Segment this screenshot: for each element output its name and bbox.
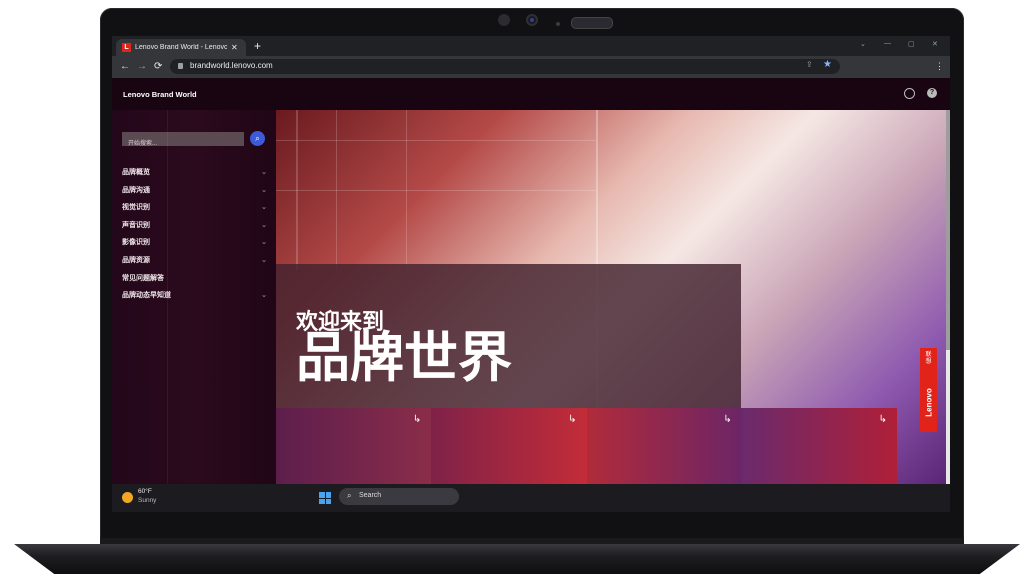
feature-tile[interactable]: ↳: [586, 408, 742, 484]
address-bar[interactable]: brandworld.lenovo.com ⇪ ★: [170, 59, 840, 74]
search-field[interactable]: [122, 132, 244, 151]
menu-item-faq[interactable]: 常见问题解答: [122, 270, 267, 288]
feature-tile[interactable]: ↳: [741, 408, 897, 484]
menu-item-sound-identity[interactable]: 声音识别 ⌄: [122, 217, 267, 235]
share-icon[interactable]: ⇪: [806, 60, 813, 69]
search-icon: ⌕: [347, 491, 352, 500]
menu-label: 品牌沟通: [122, 186, 150, 194]
sidebar: ⌕ 品牌概览 ⌄ 品牌沟通 ⌄ 视觉识别 ⌄ 声音识别 ⌄ 影像识别 ⌄ 品牌资源 ⌄ 常见…: [112, 110, 276, 484]
hero-banner: 欢迎来到 品牌世界 ↳ ↳ ↳ ↳ 联想 Lenovo: [276, 110, 946, 484]
chevron-down-icon: ⌄: [261, 221, 267, 229]
windows-start-icon[interactable]: [319, 492, 331, 504]
webcam-icon: [526, 14, 538, 26]
menu-label: 声音识别: [122, 221, 150, 229]
page-scrollbar[interactable]: [946, 110, 950, 484]
arrow-corner-icon: ↳: [568, 414, 577, 425]
chevron-down-icon: ⌄: [261, 204, 267, 212]
laptop-base: [14, 544, 1020, 574]
tab-search-icon[interactable]: ⌄: [860, 40, 866, 48]
maximize-icon[interactable]: ▢: [908, 40, 915, 48]
weather-condition[interactable]: Sunny: [138, 497, 156, 504]
menu-label: 品牌资源: [122, 256, 150, 264]
chevron-down-icon: ⌄: [261, 239, 267, 247]
menu-label: 品牌概览: [122, 169, 150, 176]
bookmark-star-icon[interactable]: ★: [823, 59, 832, 70]
feature-tile[interactable]: ↳: [431, 408, 587, 484]
url-text: brandworld.lenovo.com: [190, 61, 273, 70]
menu-item-brand-resources[interactable]: 品牌资源 ⌄: [122, 252, 267, 270]
sidebar-menu: 品牌概览 ⌄ 品牌沟通 ⌄ 视觉识别 ⌄ 声音识别 ⌄ 影像识别 ⌄ 品牌资源 ⌄ 常见问题…: [122, 164, 267, 305]
search-input[interactable]: [122, 137, 238, 151]
menu-item-image-identity[interactable]: 影像识别 ⌄: [122, 234, 267, 252]
lock-icon: [178, 63, 183, 69]
sensor-icon: [498, 14, 510, 26]
hero-headline: 品牌世界: [296, 328, 512, 388]
language-globe-icon[interactable]: [904, 88, 915, 99]
browser-menu-icon[interactable]: ⋮: [935, 61, 944, 72]
reload-icon[interactable]: ⟳: [154, 61, 162, 73]
menu-item-visual-identity[interactable]: 视觉识别 ⌄: [122, 199, 267, 217]
feature-tiles: ↳ ↳ ↳ ↳: [276, 408, 897, 484]
menu-item-brand-communication[interactable]: 品牌沟通 ⌄: [122, 182, 267, 200]
scroll-thumb[interactable]: [946, 110, 950, 350]
new-tab-button[interactable]: +: [254, 39, 261, 53]
windows-taskbar: 60°F Sunny ⌕ Search: [112, 484, 950, 512]
browser-tab[interactable]: L Lenovo Brand World - Lenovo B ✕: [116, 39, 246, 56]
tab-strip: L Lenovo Brand World - Lenovo B ✕ + ⌄ — …: [112, 36, 950, 56]
close-tab-icon[interactable]: ✕: [231, 43, 238, 52]
weather-temperature[interactable]: 60°F: [138, 488, 152, 495]
sun-icon[interactable]: [122, 492, 133, 503]
feature-tile[interactable]: ↳: [276, 408, 432, 484]
forward-icon[interactable]: →: [137, 61, 147, 73]
arrow-corner-icon: ↳: [723, 414, 732, 425]
menu-label: 视觉识别: [122, 204, 150, 212]
menu-label: 常见问题解答: [122, 274, 164, 282]
arrow-corner-icon: ↳: [412, 414, 422, 425]
menu-item-brand-overview[interactable]: 品牌概览 ⌄: [122, 164, 267, 182]
web-page: Lenovo Brand World ? ⌕ 品牌概览 ⌄ 品牌沟通 ⌄ 视觉识别 ⌄…: [112, 78, 950, 484]
browser-toolbar: ← → ⟳ brandworld.lenovo.com ⇪ ★ ⋮: [112, 56, 950, 78]
arrow-corner-icon: ↳: [878, 414, 887, 425]
tab-title: Lenovo Brand World - Lenovo B: [135, 44, 227, 51]
indicator-light: [556, 22, 560, 26]
light-beam: [276, 190, 596, 191]
chevron-down-icon: ⌄: [261, 256, 267, 264]
lenovo-logo-text: Lenovo: [924, 388, 934, 417]
chevron-down-icon: ⌄: [261, 169, 267, 176]
hero-text-panel: 欢迎来到 品牌世界: [276, 264, 741, 408]
site-header: Lenovo Brand World ?: [112, 78, 950, 110]
screen: L Lenovo Brand World - Lenovo B ✕ + ⌄ — …: [112, 36, 950, 512]
privacy-shutter: [571, 17, 613, 29]
lenovo-favicon-icon: L: [122, 43, 131, 52]
menu-label: 品牌动态早知道: [122, 292, 171, 300]
taskbar-search[interactable]: ⌕ Search: [339, 488, 459, 505]
menu-item-brand-news[interactable]: 品牌动态早知道 ⌄: [122, 287, 267, 305]
chevron-down-icon: ⌄: [261, 292, 267, 300]
menu-label: 影像识别: [122, 239, 150, 247]
back-icon[interactable]: ←: [120, 61, 130, 73]
search-button[interactable]: ⌕: [250, 131, 265, 146]
minimize-icon[interactable]: —: [884, 40, 891, 47]
close-window-icon[interactable]: ✕: [932, 40, 938, 48]
chevron-down-icon: ⌄: [261, 186, 267, 194]
taskbar-search-label: Search: [359, 492, 382, 499]
lenovo-logo: 联想 Lenovo: [920, 348, 937, 432]
light-beam: [276, 140, 596, 141]
help-icon[interactable]: ?: [927, 88, 937, 98]
site-brand[interactable]: Lenovo Brand World: [123, 90, 197, 99]
